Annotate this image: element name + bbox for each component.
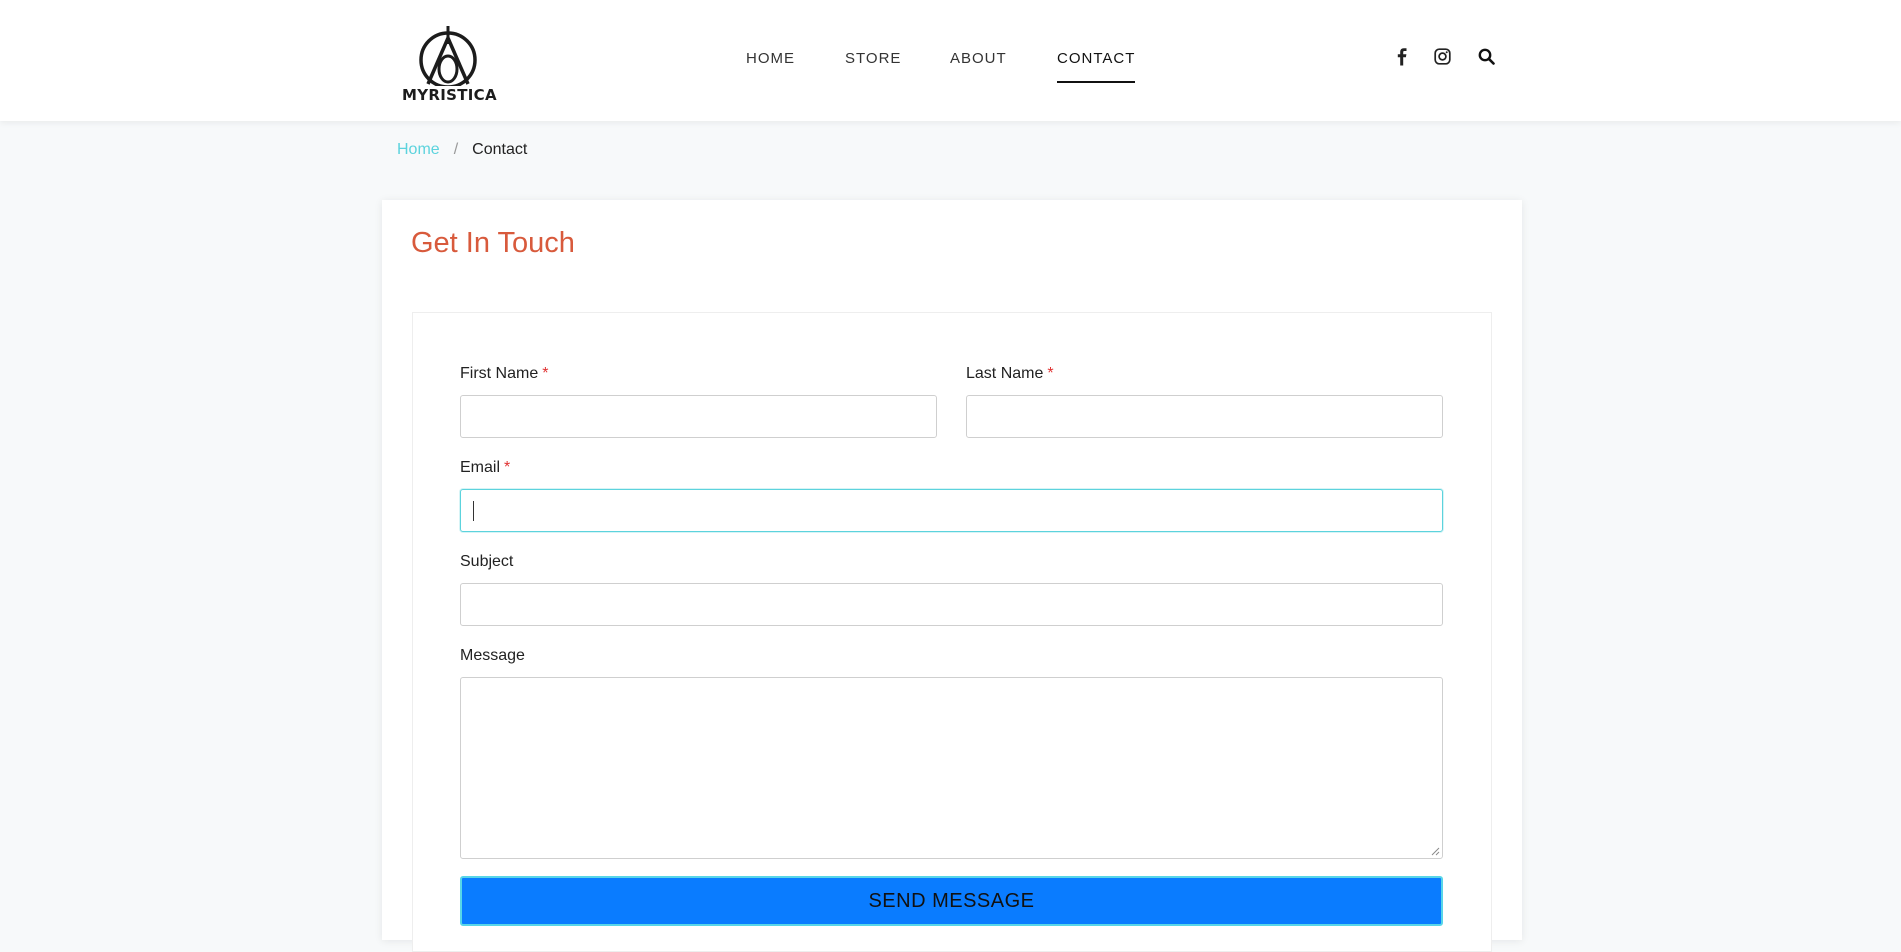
breadcrumb: Home / Contact bbox=[397, 141, 527, 159]
email-input[interactable] bbox=[460, 489, 1443, 532]
facebook-icon[interactable] bbox=[1396, 48, 1408, 66]
email-label: Email * bbox=[460, 459, 510, 477]
nav-about[interactable]: ABOUT bbox=[950, 50, 1007, 81]
first-name-input[interactable] bbox=[460, 395, 937, 438]
site-header: MYRISTICA HOME STORE ABOUT CONTACT bbox=[0, 0, 1901, 121]
last-name-label-text: Last Name bbox=[966, 365, 1044, 382]
instagram-icon[interactable] bbox=[1434, 48, 1451, 65]
nav-contact[interactable]: CONTACT bbox=[1057, 50, 1136, 83]
subject-label: Subject bbox=[460, 553, 514, 570]
required-marker: * bbox=[504, 459, 511, 476]
search-icon[interactable] bbox=[1478, 48, 1495, 65]
required-marker: * bbox=[542, 365, 549, 382]
first-name-label: First Name * bbox=[460, 365, 548, 383]
breadcrumb-current: Contact bbox=[472, 141, 528, 158]
last-name-input[interactable] bbox=[966, 395, 1443, 438]
main-nav: HOME STORE ABOUT CONTACT bbox=[0, 50, 1901, 90]
page-title: Get In Touch bbox=[411, 227, 575, 259]
message-label: Message bbox=[460, 647, 525, 664]
breadcrumb-separator: / bbox=[453, 141, 459, 158]
required-marker: * bbox=[1047, 365, 1054, 382]
breadcrumb-home-link[interactable]: Home bbox=[397, 141, 440, 158]
nav-store[interactable]: STORE bbox=[845, 50, 901, 81]
first-name-label-text: First Name bbox=[460, 365, 539, 382]
subject-input[interactable] bbox=[460, 583, 1443, 626]
nav-home[interactable]: HOME bbox=[746, 50, 795, 81]
email-label-text: Email bbox=[460, 459, 501, 476]
resize-handle-icon[interactable] bbox=[1431, 847, 1440, 856]
send-message-button[interactable]: SEND MESSAGE bbox=[460, 876, 1443, 926]
last-name-label: Last Name * bbox=[966, 365, 1054, 383]
message-textarea[interactable] bbox=[460, 677, 1443, 859]
text-caret bbox=[473, 501, 474, 521]
